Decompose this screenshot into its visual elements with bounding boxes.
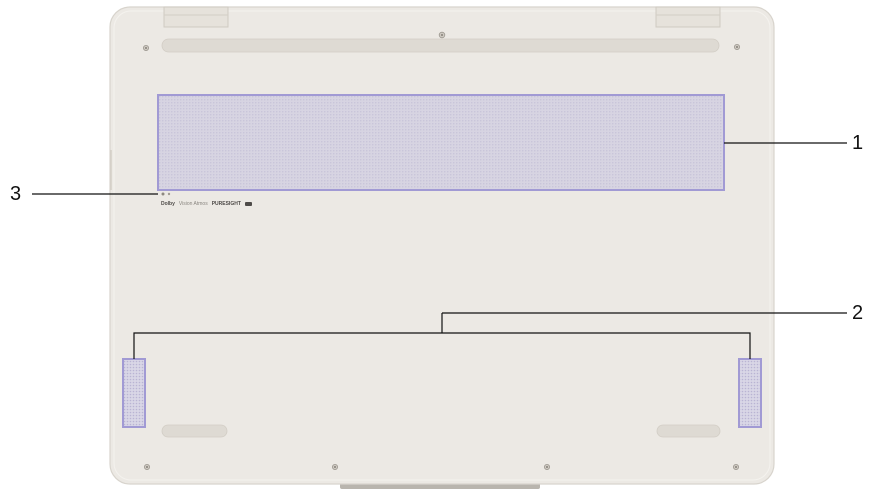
hinge-right: [655, 6, 721, 28]
front-foot-right: [656, 424, 721, 438]
puresight-logo-text: PURESIGHT: [211, 201, 241, 207]
callout-label-2: 2: [852, 302, 864, 324]
laptop-bottom-diagram: 1 2 3 Dolby Vision Atmos PURESIGHT: [0, 0, 873, 489]
callout-label-3: 3: [10, 183, 22, 205]
atmos-logo-text: Vision Atmos: [178, 201, 208, 207]
screw-bottom-4: [733, 463, 740, 470]
rear-rubber-foot: [161, 38, 720, 53]
screw-bottom-1: [143, 463, 150, 470]
highlighted-vent-area: [157, 94, 725, 191]
front-foot-left: [161, 424, 228, 438]
certification-logos: Dolby Vision Atmos PURESIGHT: [161, 200, 252, 208]
screw-top-right: [734, 44, 741, 51]
laptop-chassis: [109, 6, 775, 485]
screw-bottom-3: [544, 463, 551, 470]
screw-top-center: [438, 31, 446, 39]
dolby-logo-text: Dolby: [161, 201, 175, 207]
diagram-canvas: [32, 6, 847, 489]
hinge-left: [163, 6, 229, 28]
puresight-badge-icon: [244, 202, 252, 206]
screw-bottom-2: [331, 463, 338, 470]
speaker-right: [738, 358, 762, 428]
callout-label-1: 1: [852, 132, 864, 154]
speaker-left: [122, 358, 146, 428]
screw-top-left: [142, 45, 149, 52]
